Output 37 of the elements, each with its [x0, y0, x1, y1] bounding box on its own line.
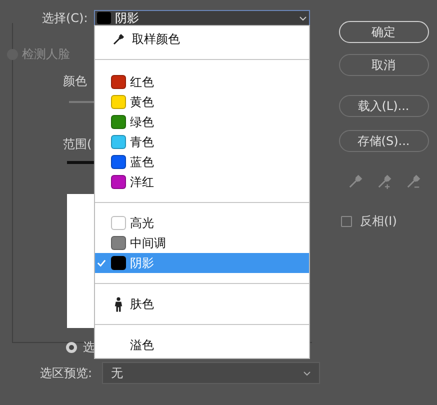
chevron-icon	[299, 16, 307, 20]
eyedropper-minus-icon[interactable]	[406, 174, 421, 189]
menu-item[interactable]: 洋红	[95, 172, 309, 192]
menu-item[interactable]: 高光	[95, 213, 309, 233]
menu-item[interactable]: 溢色	[95, 335, 309, 355]
menu-item[interactable]: 蓝色	[95, 152, 309, 172]
dialog-button[interactable]: 确定	[338, 21, 428, 43]
dialog-button[interactable]: 载入(L)...	[338, 95, 428, 117]
dropdown-value: 无	[111, 365, 123, 382]
dialog-button[interactable]: 取消	[338, 54, 428, 76]
menu-item[interactable]: 绿色	[95, 112, 309, 132]
checkbox[interactable]	[341, 216, 352, 226]
select-label: 选择(C):	[42, 10, 89, 27]
checkmark-icon	[97, 259, 106, 267]
select-value: 阴影	[115, 10, 139, 27]
eyedropper-plus-icon[interactable]	[377, 174, 392, 189]
select-dropdown[interactable]: 阴影	[94, 10, 310, 26]
dialog-button[interactable]: 存储(S)...	[338, 130, 428, 152]
menu-item[interactable]: 取样颜色	[95, 29, 309, 49]
chevron-icon	[303, 370, 311, 376]
color-swatch	[97, 12, 111, 24]
menu-item[interactable]: 中间调	[95, 233, 309, 253]
eyedropper-icon[interactable]	[348, 174, 363, 189]
preview-label: 选区预览:	[40, 365, 94, 382]
menu-item[interactable]: 红色	[95, 72, 309, 92]
radio-label[interactable]: 选	[83, 338, 95, 356]
radio-button[interactable]	[66, 342, 77, 352]
menu-item[interactable]: 肤色	[95, 294, 309, 314]
menu-item[interactable]: 青色	[95, 132, 309, 152]
preview-dropdown[interactable]: 无	[102, 362, 320, 384]
menu-item[interactable]: 黄色	[95, 92, 309, 112]
slider-track[interactable]	[67, 161, 97, 164]
eyedropper-icon	[113, 33, 125, 45]
checkbox-label[interactable]: 反相(I)	[360, 212, 397, 230]
slider-label: 颜色	[63, 73, 87, 90]
slider-label: 范围(	[63, 136, 92, 153]
person-icon	[114, 296, 123, 312]
